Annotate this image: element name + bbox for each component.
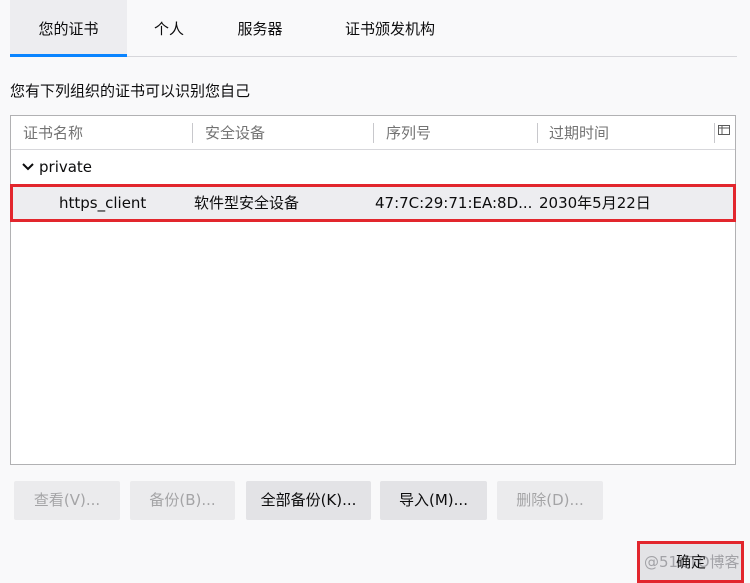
tab-bar: 您的证书 个人 服务器 证书颁发机构 [10, 0, 737, 57]
column-header-device[interactable]: 安全设备 [205, 116, 265, 149]
view-button[interactable]: 查看(V)... [14, 481, 120, 520]
column-picker-icon[interactable] [713, 116, 735, 149]
tab-personal[interactable]: 个人 [138, 0, 200, 56]
import-button[interactable]: 导入(M)... [380, 481, 487, 520]
backup-button[interactable]: 备份(B)... [130, 481, 235, 520]
cell-expiry-date: 2030年5月22日 [539, 194, 651, 212]
column-header-name[interactable]: 证书名称 [23, 116, 83, 149]
cell-serial-number: 47:7C:29:71:EA:8D... [375, 194, 533, 212]
table-row[interactable]: https_client 软件型安全设备 47:7C:29:71:EA:8D..… [11, 185, 735, 221]
delete-button[interactable]: 删除(D)... [497, 481, 603, 520]
column-separator[interactable] [192, 123, 193, 143]
tab-servers[interactable]: 服务器 [220, 0, 300, 56]
ok-button[interactable]: 确定 [640, 543, 742, 581]
cell-cert-name: https_client [59, 194, 147, 212]
column-separator[interactable] [373, 123, 374, 143]
tab-your-certificates[interactable]: 您的证书 [10, 0, 127, 57]
cell-security-device: 软件型安全设备 [194, 194, 300, 212]
chevron-down-icon[interactable] [20, 151, 36, 183]
certificate-tree[interactable]: 证书名称 安全设备 序列号 过期时间 private https_client … [10, 115, 736, 465]
description-text: 您有下列组织的证书可以识别您自己 [10, 82, 251, 100]
tree-group-row[interactable]: private [11, 151, 735, 183]
tree-header: 证书名称 安全设备 序列号 过期时间 [11, 116, 735, 150]
column-header-expires[interactable]: 过期时间 [549, 116, 609, 149]
group-label: private [39, 158, 93, 176]
column-header-serial[interactable]: 序列号 [386, 116, 431, 149]
backup-all-button[interactable]: 全部备份(K)... [246, 481, 371, 520]
column-separator[interactable] [537, 123, 538, 143]
tab-authorities[interactable]: 证书颁发机构 [325, 0, 455, 56]
